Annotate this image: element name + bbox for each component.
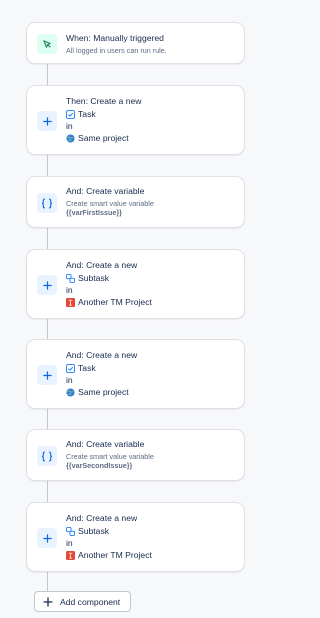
step-title: And: Create a new bbox=[66, 513, 138, 523]
create-issue-card[interactable]: And: Create a new Subtask in Another TM … bbox=[26, 249, 245, 319]
plus-icon bbox=[43, 597, 53, 607]
plus-icon bbox=[37, 275, 57, 295]
rule-canvas: When: Manually triggered All logged in u… bbox=[0, 0, 297, 618]
step-title: And: Create a new bbox=[66, 350, 138, 360]
create-variable-card[interactable]: And: Create variable Create smart value … bbox=[26, 429, 245, 481]
braces-icon bbox=[37, 446, 57, 466]
trigger-title: When: Manually triggered bbox=[66, 33, 164, 43]
create-issue-card[interactable]: Then: Create a new Task in Same project bbox=[26, 85, 245, 155]
issue-type-row: Task bbox=[66, 108, 238, 120]
variable-name: {{varSecondIssue}} bbox=[66, 461, 133, 470]
project-label: Another TM Project bbox=[78, 297, 152, 307]
plus-icon bbox=[37, 111, 57, 131]
in-label: in bbox=[66, 538, 73, 548]
project-label: Same project bbox=[78, 133, 129, 143]
cursor-click-icon bbox=[37, 34, 57, 54]
in-label: in bbox=[66, 375, 73, 385]
issue-type-label: Subtask bbox=[78, 273, 110, 283]
issue-type-row: Task bbox=[66, 362, 238, 374]
project-row: Another TM Project bbox=[66, 296, 238, 308]
variable-name: {{varFirstIssue}} bbox=[66, 208, 122, 217]
trigger-subtitle: All logged in users can run rule. bbox=[66, 46, 167, 55]
project-avatar-icon bbox=[66, 550, 75, 560]
step-subtitle: Create smart value variable bbox=[66, 199, 154, 208]
step-title: And: Create variable bbox=[66, 439, 145, 449]
project-label: Same project bbox=[78, 387, 129, 397]
issue-type-label: Subtask bbox=[78, 526, 110, 536]
subtask-icon bbox=[66, 526, 75, 536]
project-label: Another TM Project bbox=[78, 550, 152, 560]
issue-type-label: Task bbox=[78, 109, 96, 119]
subtask-icon bbox=[66, 273, 75, 283]
in-label: in bbox=[66, 285, 73, 295]
globe-icon bbox=[66, 133, 75, 143]
in-label: in bbox=[66, 121, 73, 131]
add-component-label: Add component bbox=[60, 596, 121, 607]
globe-icon bbox=[66, 387, 75, 397]
issue-type-row: Subtask bbox=[66, 525, 238, 537]
braces-icon bbox=[37, 193, 57, 213]
plus-icon bbox=[37, 365, 57, 385]
project-row: Same project bbox=[66, 386, 238, 398]
step-subtitle: Create smart value variable bbox=[66, 452, 154, 461]
step-title: Then: Create a new bbox=[66, 96, 142, 106]
project-row: Same project bbox=[66, 132, 238, 144]
step-title: And: Create a new bbox=[66, 260, 138, 270]
project-avatar-icon bbox=[66, 297, 75, 307]
create-variable-card[interactable]: And: Create variable Create smart value … bbox=[26, 176, 245, 228]
task-checkbox-icon bbox=[66, 109, 75, 119]
issue-type-row: Subtask bbox=[66, 272, 238, 284]
trigger-card[interactable]: When: Manually triggered All logged in u… bbox=[26, 22, 245, 64]
add-component-button[interactable]: Add component bbox=[34, 591, 131, 612]
plus-icon bbox=[37, 528, 57, 548]
create-issue-card[interactable]: And: Create a new Subtask in Another TM … bbox=[26, 502, 245, 572]
step-title: And: Create variable bbox=[66, 186, 145, 196]
create-issue-card[interactable]: And: Create a new Task in Same project bbox=[26, 339, 245, 409]
project-row: Another TM Project bbox=[66, 549, 238, 561]
task-checkbox-icon bbox=[66, 363, 75, 373]
issue-type-label: Task bbox=[78, 363, 96, 373]
